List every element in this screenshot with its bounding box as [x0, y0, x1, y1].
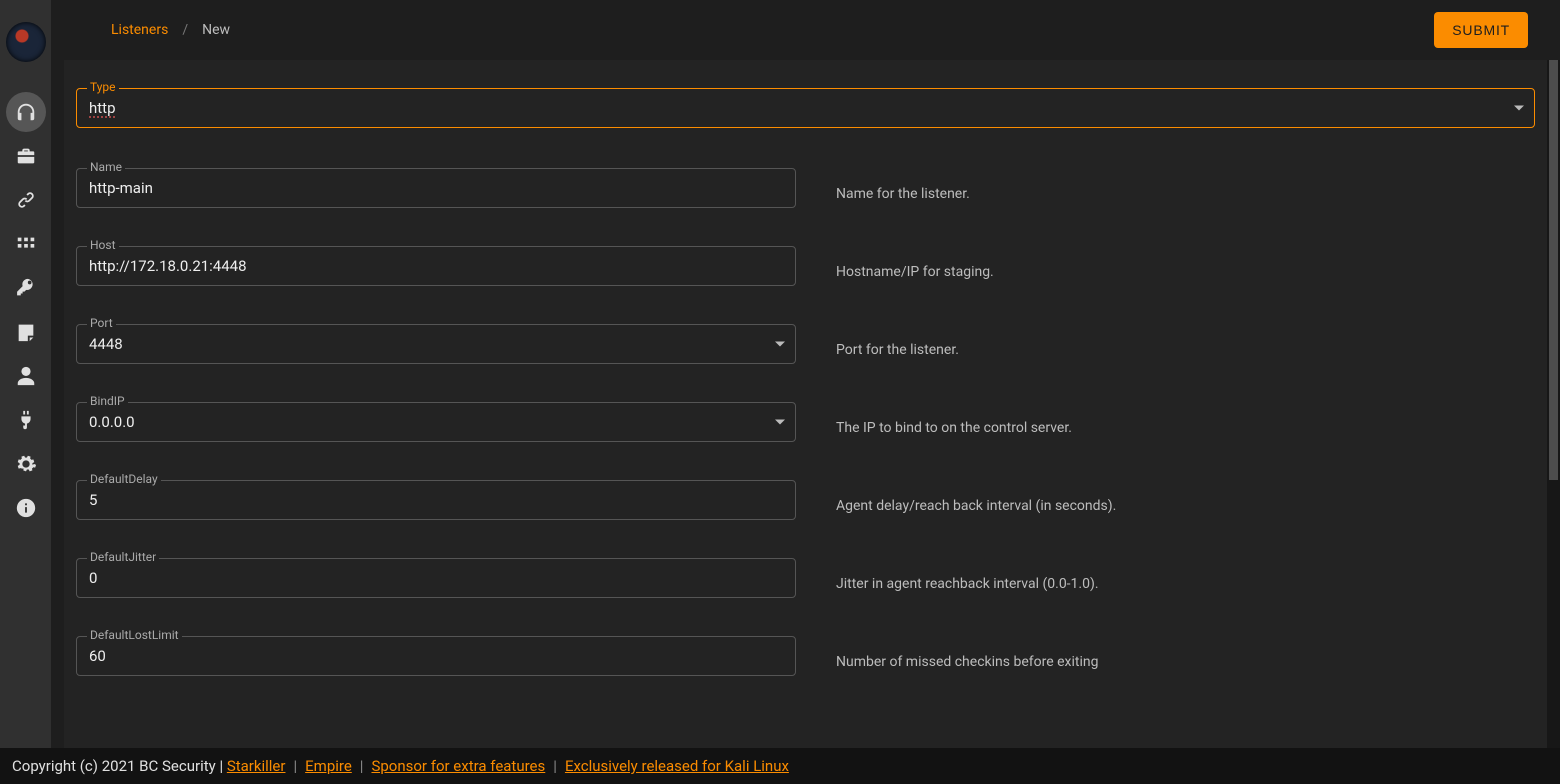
- scrollbar-thumb[interactable]: [1549, 60, 1558, 480]
- field-row-defaultlostlimit: DefaultLostLimit60 Number of missed check…: [76, 636, 1535, 676]
- footer-link-exclusively-released-for-kali-linux[interactable]: Exclusively released for Kali Linux: [565, 757, 789, 775]
- footer: Copyright (c) 2021 BC Security | Starkil…: [0, 748, 1560, 784]
- footer-separator: |: [293, 757, 297, 775]
- sidebar-item-modules[interactable]: [6, 224, 46, 264]
- port-select[interactable]: Port4448: [76, 324, 796, 364]
- sidebar: [0, 0, 51, 784]
- sidebar-item-listeners[interactable]: [6, 92, 46, 132]
- sidebar-item-about[interactable]: [6, 488, 46, 528]
- field-row-host: Hosthttp://172.18.0.21:4448 Hostname/IP f…: [76, 246, 1535, 286]
- sidebar-item-stagers[interactable]: [6, 136, 46, 176]
- defaultdelay-input[interactable]: DefaultDelay5: [76, 480, 796, 520]
- key-icon: [15, 277, 37, 299]
- briefcase-icon: [15, 145, 37, 167]
- port-value: 4448: [89, 325, 763, 363]
- name-input[interactable]: Namehttp-main: [76, 168, 796, 208]
- sidebar-item-reporting[interactable]: [6, 312, 46, 352]
- defaultdelay-description: Agent delay/reach back interval (in seco…: [836, 486, 1116, 514]
- bindip-value: 0.0.0.0: [89, 403, 763, 441]
- field-row-bindip: BindIP0.0.0.0 The IP to bind to on the co…: [76, 402, 1535, 442]
- host-value: http://172.18.0.21:4448: [89, 247, 763, 285]
- app-logo: [6, 22, 46, 62]
- breadcrumb-listeners[interactable]: Listeners: [111, 22, 168, 38]
- defaultjitter-input[interactable]: DefaultJitter0: [76, 558, 796, 598]
- field-row-defaultdelay: DefaultDelay5 Agent delay/reach back inte…: [76, 480, 1535, 520]
- footer-separator: |: [553, 757, 557, 775]
- bindip-description: The IP to bind to on the control server.: [836, 408, 1072, 436]
- bindip-select[interactable]: BindIP0.0.0.0: [76, 402, 796, 442]
- breadcrumb-current: New: [202, 22, 230, 38]
- sidebar-item-credentials[interactable]: [6, 268, 46, 308]
- name-description: Name for the listener.: [836, 174, 970, 202]
- footer-copyright: Copyright (c) 2021 BC Security |: [12, 757, 227, 775]
- defaultlostlimit-input[interactable]: DefaultLostLimit60: [76, 636, 796, 676]
- topbar: Listeners / New SUBMIT: [51, 0, 1560, 60]
- host-input[interactable]: Hosthttp://172.18.0.21:4448: [76, 246, 796, 286]
- note-icon: [15, 321, 37, 343]
- host-description: Hostname/IP for staging.: [836, 252, 994, 280]
- defaultjitter-description: Jitter in agent reachback interval (0.0-…: [836, 564, 1099, 592]
- name-value: http-main: [89, 169, 763, 207]
- field-row-name: Namehttp-main Name for the listener.: [76, 168, 1535, 208]
- plug-icon: [15, 409, 37, 431]
- headphones-icon: [15, 101, 37, 123]
- field-row-defaultjitter: DefaultJitter0 Jitter in agent reachback …: [76, 558, 1535, 598]
- submit-button[interactable]: SUBMIT: [1434, 12, 1528, 48]
- info-icon: [15, 497, 37, 519]
- content-area: Type http Namehttp-main Name for the list…: [51, 60, 1560, 748]
- defaultjitter-value: 0: [89, 559, 763, 597]
- link-icon: [15, 189, 37, 211]
- sidebar-item-agents[interactable]: [6, 180, 46, 220]
- scrollbar-track[interactable]: [1547, 60, 1560, 748]
- type-select[interactable]: Type http: [76, 88, 1535, 128]
- port-description: Port for the listener.: [836, 330, 959, 358]
- sidebar-item-users[interactable]: [6, 356, 46, 396]
- sidebar-item-plugins[interactable]: [6, 400, 46, 440]
- footer-link-sponsor-for-extra-features[interactable]: Sponsor for extra features: [371, 757, 545, 775]
- field-row-port: Port4448 Port for the listener.: [76, 324, 1535, 364]
- footer-link-starkiller[interactable]: Starkiller: [227, 757, 286, 775]
- form-panel: Type http Namehttp-main Name for the list…: [64, 60, 1547, 748]
- chevron-down-icon: [775, 420, 785, 425]
- footer-link-empire[interactable]: Empire: [305, 757, 352, 775]
- type-value: http: [89, 89, 1502, 127]
- gear-icon: [15, 453, 37, 475]
- defaultdelay-value: 5: [89, 481, 763, 519]
- chevron-down-icon: [775, 342, 785, 347]
- defaultlostlimit-description: Number of missed checkins before exiting: [836, 642, 1098, 670]
- sidebar-item-settings[interactable]: [6, 444, 46, 484]
- breadcrumb-separator: /: [182, 22, 188, 38]
- grid-icon: [15, 233, 37, 255]
- user-icon: [15, 365, 37, 387]
- breadcrumb: Listeners / New: [111, 22, 230, 38]
- chevron-down-icon: [1514, 106, 1524, 111]
- defaultlostlimit-value: 60: [89, 637, 763, 675]
- footer-separator: |: [360, 757, 364, 775]
